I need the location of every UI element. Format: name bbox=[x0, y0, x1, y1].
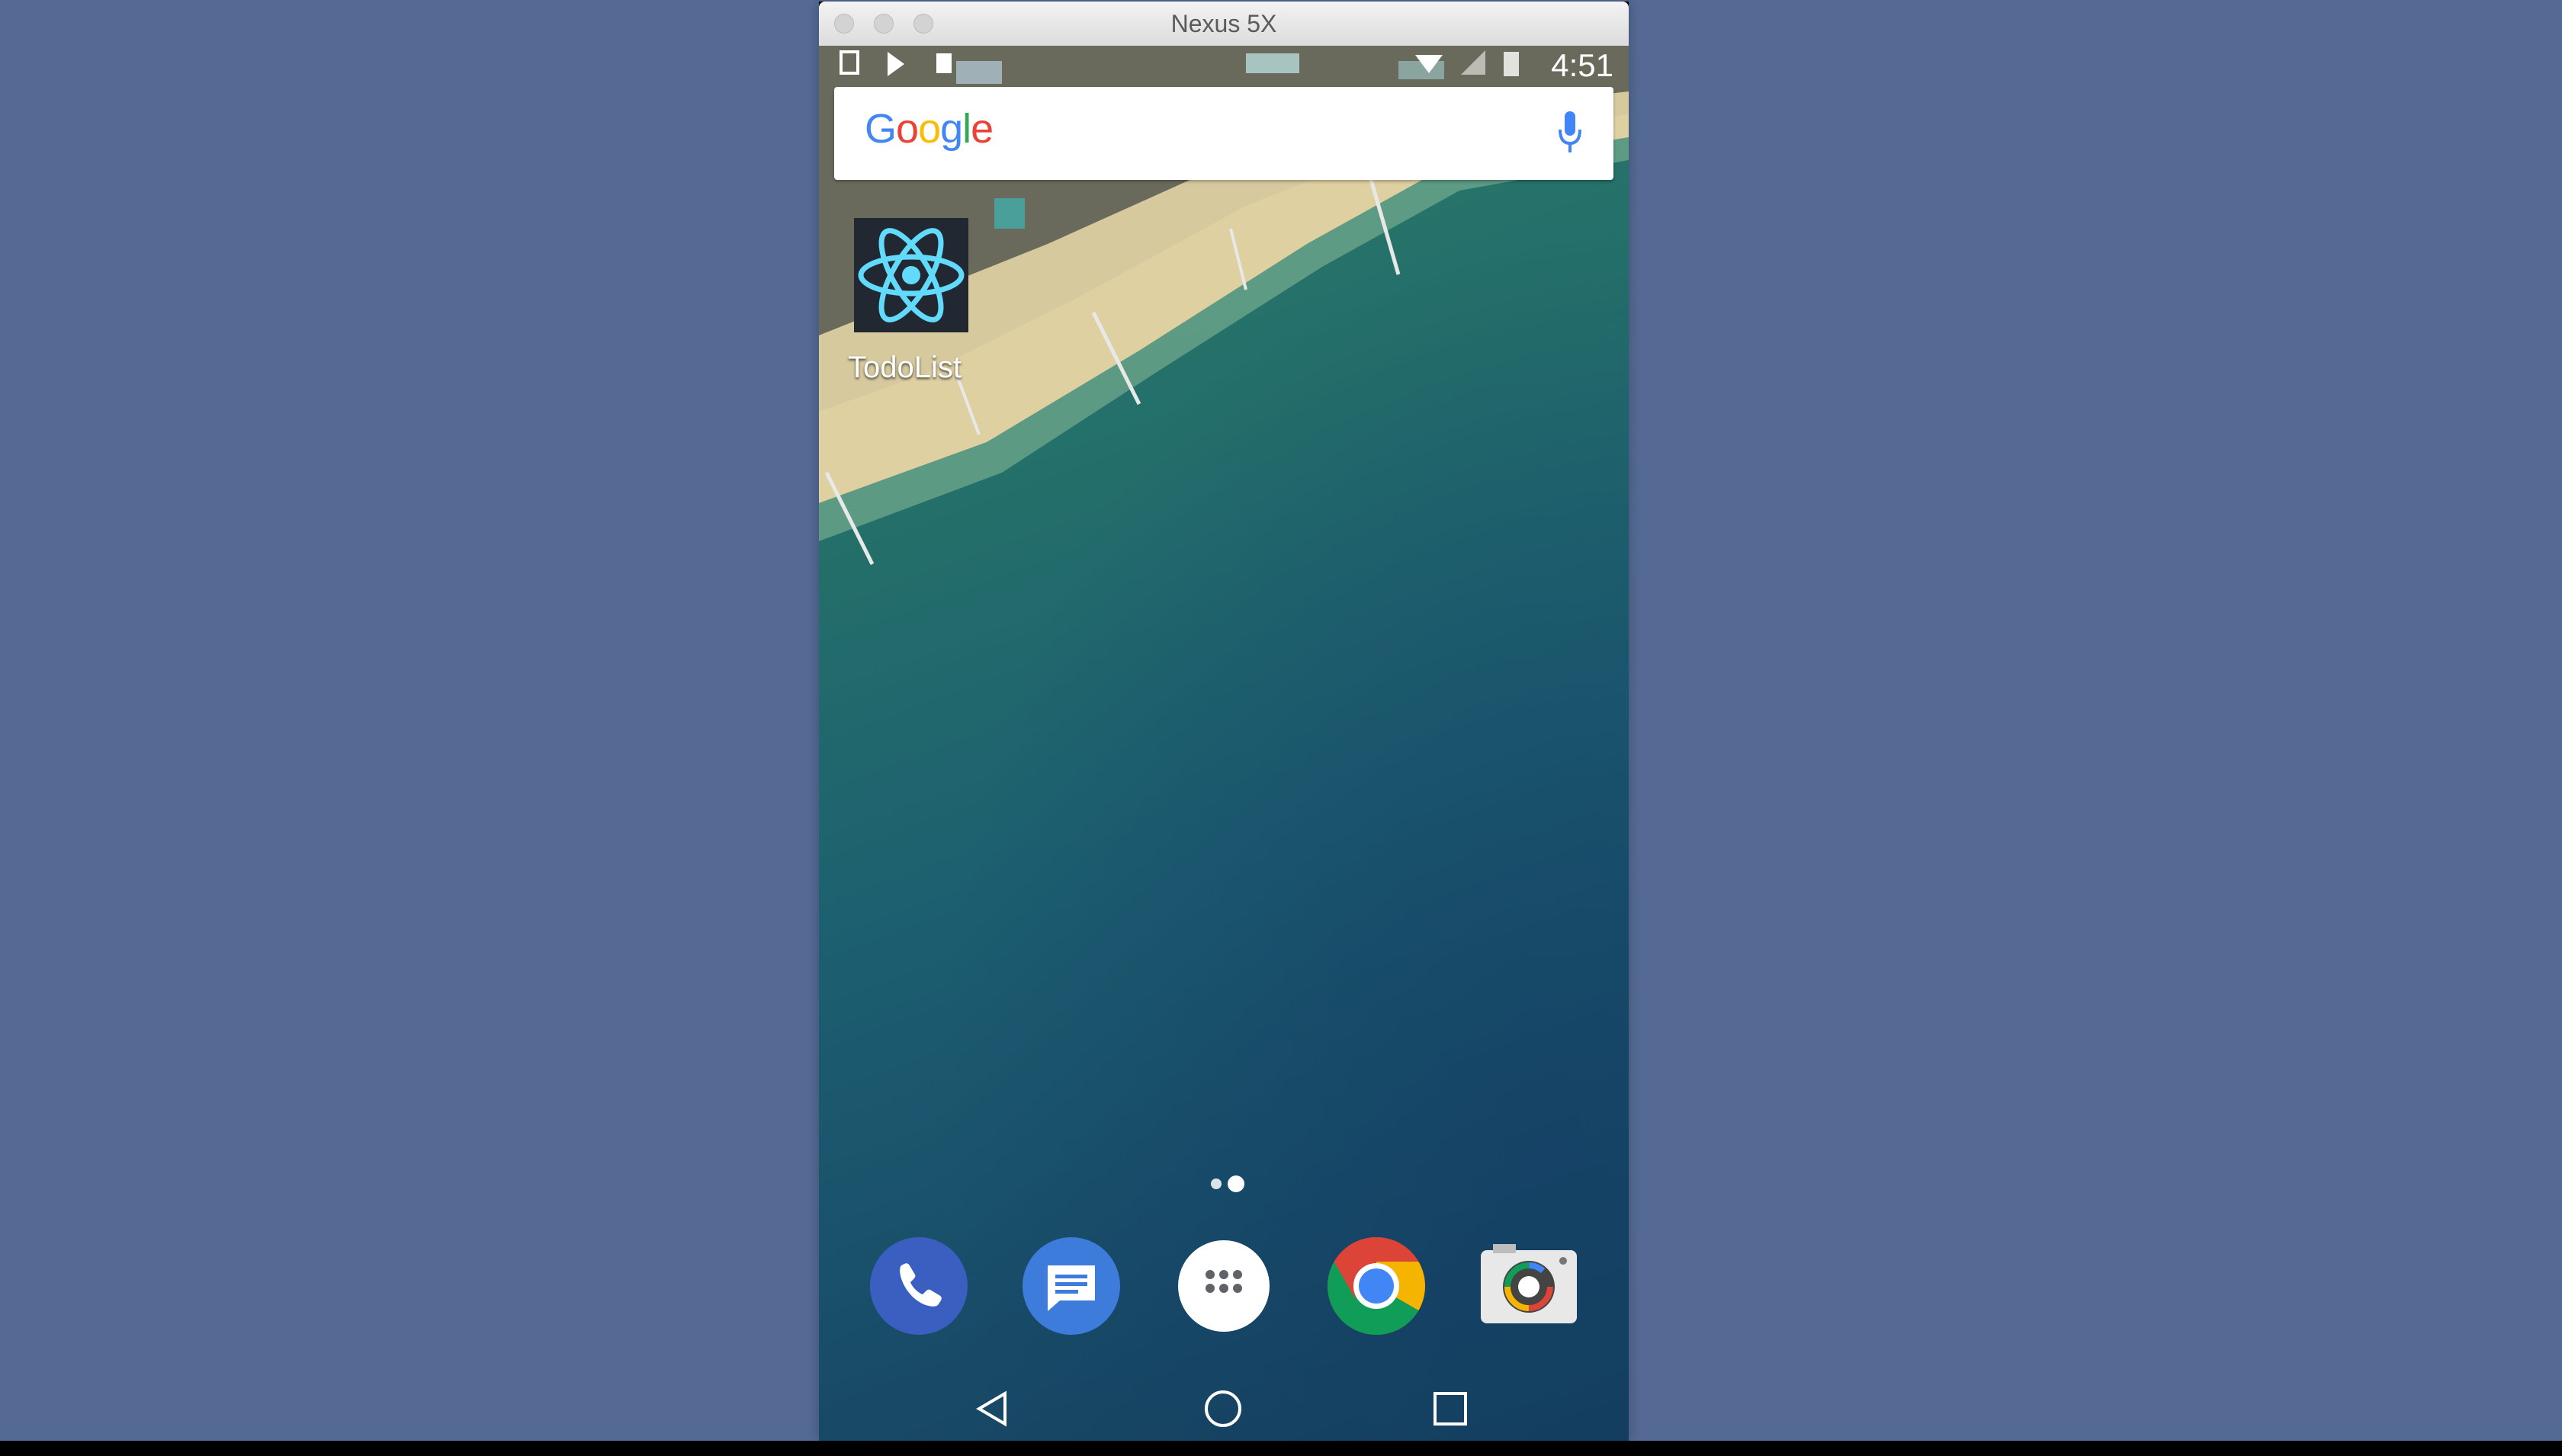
signal-icon bbox=[1461, 50, 1485, 75]
google-logo-text: Google bbox=[865, 106, 994, 152]
page-dot-2 bbox=[1228, 1175, 1244, 1192]
home-icon[interactable] bbox=[1202, 1387, 1244, 1430]
dock-chrome[interactable] bbox=[1325, 1235, 1427, 1337]
dock-phone[interactable] bbox=[868, 1235, 970, 1337]
recents-icon[interactable] bbox=[1429, 1387, 1472, 1430]
window-title: Nexus 5X bbox=[1170, 10, 1277, 37]
react-atom-icon bbox=[858, 228, 965, 322]
emulator-window: Nexus 5X 4:51 Google TodoList bbox=[819, 2, 1629, 1441]
google-logo: Google bbox=[865, 105, 994, 152]
window-titlebar[interactable]: Nexus 5X bbox=[819, 2, 1629, 47]
camera-icon bbox=[1481, 1244, 1577, 1323]
messages-icon bbox=[1023, 1237, 1120, 1335]
device-screen[interactable]: 4:51 Google TodoList bbox=[819, 46, 1629, 1441]
wifi-icon bbox=[1415, 55, 1443, 73]
grid-icon bbox=[1178, 1240, 1270, 1332]
play-store-icon bbox=[888, 52, 904, 76]
app-todolist-label: TodoList bbox=[848, 351, 962, 384]
bottom-strip bbox=[0, 1441, 2562, 1456]
app-todolist-icon-box bbox=[854, 218, 968, 332]
google-search-bar[interactable]: Google bbox=[834, 87, 1613, 180]
app-todolist[interactable]: TodoList bbox=[848, 218, 970, 401]
status-time: 4:51 bbox=[1551, 47, 1613, 83]
dock-messages[interactable] bbox=[1020, 1235, 1122, 1337]
battery-icon bbox=[1504, 52, 1519, 76]
status-bar: 4:51 bbox=[819, 46, 1629, 85]
page-dot-1 bbox=[1211, 1179, 1222, 1189]
phone-icon bbox=[870, 1237, 968, 1335]
page-indicator bbox=[1203, 1174, 1249, 1192]
sim-icon bbox=[840, 50, 859, 75]
sd-card-icon bbox=[936, 53, 952, 73]
mic-icon[interactable] bbox=[1557, 110, 1583, 156]
back-icon[interactable] bbox=[971, 1387, 1014, 1430]
dock-camera[interactable] bbox=[1478, 1235, 1580, 1337]
dock-app-drawer[interactable] bbox=[1173, 1235, 1275, 1337]
chrome-icon bbox=[1328, 1237, 1425, 1335]
